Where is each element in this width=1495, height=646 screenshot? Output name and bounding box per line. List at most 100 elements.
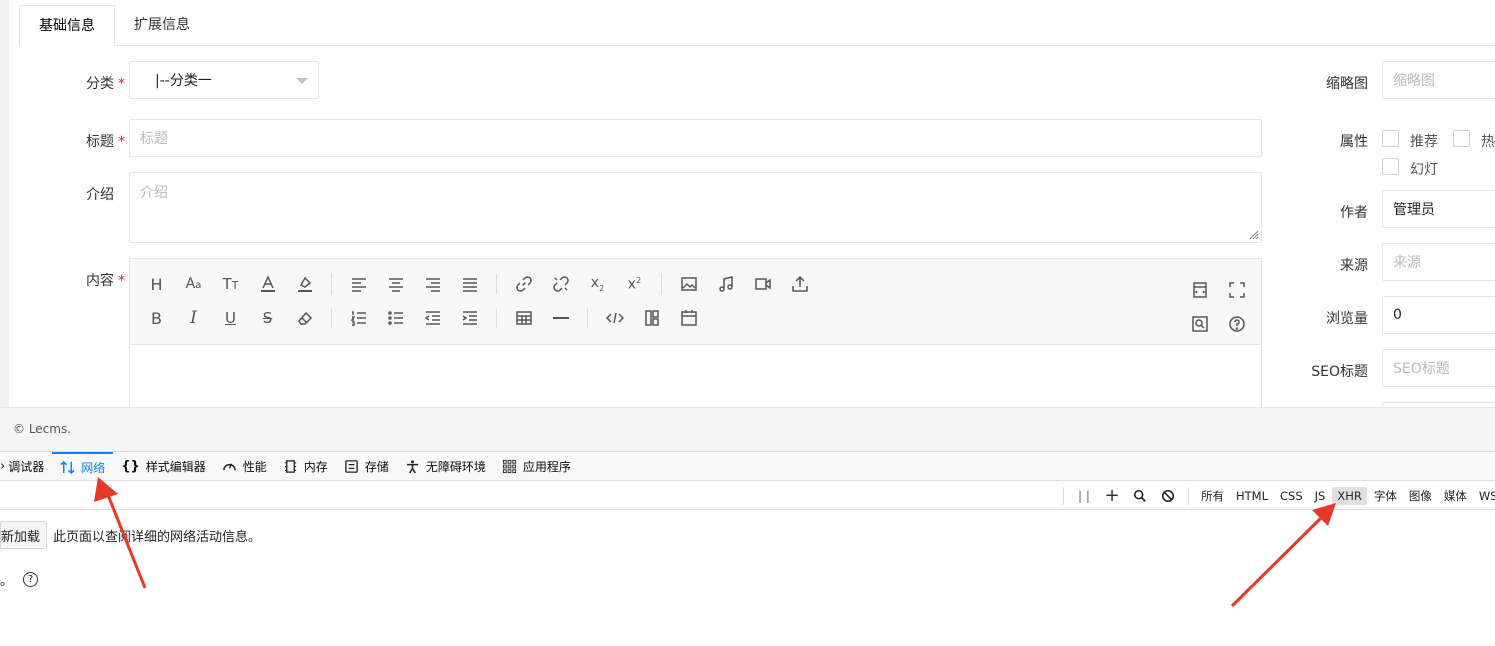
form-tabs: 基础信息 扩展信息 xyxy=(19,5,1495,46)
tab-style-editor[interactable]: {} 样式编辑器 xyxy=(113,452,214,480)
outdent-icon[interactable] xyxy=(414,303,451,333)
font-color-icon[interactable] xyxy=(249,269,286,299)
source-input[interactable]: 来源 xyxy=(1382,243,1495,281)
align-justify-icon[interactable] xyxy=(451,269,488,299)
title-label: 标题 * xyxy=(86,131,125,151)
checkbox-recommend[interactable] xyxy=(1382,130,1399,147)
filter-css[interactable]: CSS xyxy=(1275,487,1308,505)
strikethrough-icon[interactable]: S xyxy=(249,303,286,333)
indent-icon[interactable] xyxy=(451,303,488,333)
filter-fonts[interactable]: 字体 xyxy=(1369,486,1402,506)
text-size-icon[interactable]: TT xyxy=(212,269,249,299)
reload-button[interactable]: 重新加载 xyxy=(0,521,48,549)
align-right-icon[interactable] xyxy=(414,269,451,299)
unordered-list-icon[interactable] xyxy=(377,303,414,333)
layout-icon[interactable] xyxy=(633,303,670,333)
filter-ws[interactable]: WS xyxy=(1474,487,1495,505)
block-icon[interactable] xyxy=(1154,481,1182,510)
checkbox-hot-label: 热 xyxy=(1481,134,1495,150)
search-replace-icon[interactable] xyxy=(1181,309,1218,339)
align-center-icon[interactable] xyxy=(377,269,414,299)
font-size-icon[interactable]: Aa xyxy=(175,269,212,299)
intro-textarea[interactable]: 介绍 xyxy=(129,172,1262,243)
tab-debugger[interactable]: › 调试器 xyxy=(0,452,52,480)
tab-performance-label: 性能 xyxy=(242,459,267,474)
tab-extended-info[interactable]: 扩展信息 xyxy=(115,5,209,46)
editor-toolbar: H Aa TT x2 x2 B I U S xyxy=(130,259,1261,345)
category-label: 分类 * xyxy=(86,73,125,93)
cms-page: 基础信息 扩展信息 分类 * |--分类一 标题 * 标题 介绍 介绍 内容 * H … xyxy=(0,0,1495,407)
calendar-icon[interactable] xyxy=(670,303,707,333)
tab-storage[interactable]: 存储 xyxy=(336,452,397,480)
subscript-icon[interactable]: x2 xyxy=(579,269,616,299)
add-icon[interactable]: + xyxy=(1098,481,1126,510)
tab-storage-label: 存储 xyxy=(364,459,389,474)
pause-icon[interactable]: | | xyxy=(1070,481,1098,510)
superscript-icon[interactable]: x2 xyxy=(616,269,653,299)
filter-html[interactable]: HTML xyxy=(1231,487,1273,505)
horizontal-rule-icon[interactable] xyxy=(542,303,579,333)
category-select-value: |--分类一 xyxy=(155,73,212,89)
link-icon[interactable] xyxy=(505,269,542,299)
hint-text-tail: 。 xyxy=(0,574,14,589)
network-icon xyxy=(60,460,75,475)
category-select[interactable]: |--分类一 xyxy=(129,61,319,99)
filter-js[interactable]: JS xyxy=(1310,487,1331,505)
gauge-icon xyxy=(222,459,237,474)
tab-basic-info[interactable]: 基础信息 xyxy=(19,5,115,46)
code-icon[interactable] xyxy=(596,303,633,333)
checkbox-slideshow[interactable] xyxy=(1382,158,1399,175)
toolbar-row-1: H Aa TT x2 x2 xyxy=(138,267,818,301)
network-toolbar: | | + 所有 HTML CSS JS XHR 字体 图像 媒体 WS xyxy=(0,481,1495,510)
ordered-list-icon[interactable] xyxy=(340,303,377,333)
question-icon[interactable]: ? xyxy=(23,572,39,587)
tab-application[interactable]: 应用程序 xyxy=(494,452,579,480)
seo-title-placeholder: SEO标题 xyxy=(1393,361,1450,377)
page-footer: © Lecms. xyxy=(0,407,1495,451)
tab-memory[interactable]: 内存 xyxy=(275,452,336,480)
table-icon[interactable] xyxy=(505,303,542,333)
filter-images[interactable]: 图像 xyxy=(1404,486,1437,506)
grid-icon xyxy=(502,459,517,474)
views-value: 0 xyxy=(1393,307,1402,323)
intro-label-text: 介绍 xyxy=(86,187,114,203)
image-icon[interactable] xyxy=(670,269,707,299)
content-label: 内容 * xyxy=(86,270,125,290)
filter-media[interactable]: 媒体 xyxy=(1439,486,1472,506)
braces-icon: {} xyxy=(121,458,140,474)
filter-all[interactable]: 所有 xyxy=(1196,486,1229,506)
underline-icon[interactable]: U xyxy=(212,303,249,333)
resize-handle-icon[interactable] xyxy=(1247,228,1259,240)
views-input[interactable]: 0 xyxy=(1382,296,1495,334)
italic-icon[interactable]: I xyxy=(175,303,212,333)
upload-icon[interactable] xyxy=(781,269,818,299)
toolbar-divider xyxy=(587,308,588,328)
reload-message-text: 此页面以查阅详细的网络活动信息。 xyxy=(53,529,262,545)
filter-xhr[interactable]: XHR xyxy=(1332,486,1367,505)
thumbnail-input[interactable]: 缩略图 xyxy=(1382,61,1495,99)
heading-icon[interactable]: H xyxy=(138,269,175,299)
checkbox-hot[interactable] xyxy=(1453,130,1470,147)
bold-icon[interactable]: B xyxy=(138,303,175,333)
eraser-icon[interactable] xyxy=(286,303,323,333)
help-icon[interactable] xyxy=(1218,309,1255,339)
memory-icon xyxy=(283,459,298,474)
music-icon[interactable] xyxy=(707,269,744,299)
search-icon[interactable] xyxy=(1126,481,1154,510)
background-color-icon[interactable] xyxy=(286,269,323,299)
tab-performance[interactable]: 性能 xyxy=(214,452,275,480)
toolbar-divider xyxy=(661,274,662,294)
author-input[interactable]: 管理员 xyxy=(1382,190,1495,228)
tab-debugger-label: 调试器 xyxy=(8,459,45,474)
html-source-icon[interactable] xyxy=(1181,275,1218,305)
seo-title-input[interactable]: SEO标题 xyxy=(1382,349,1495,387)
tab-accessibility[interactable]: 无障碍环境 xyxy=(397,452,494,480)
fullscreen-icon[interactable] xyxy=(1218,275,1255,305)
align-left-icon[interactable] xyxy=(340,269,377,299)
unlink-icon[interactable] xyxy=(542,269,579,299)
video-icon[interactable] xyxy=(744,269,781,299)
title-input[interactable]: 标题 xyxy=(129,119,1262,157)
tab-style-editor-label: 样式编辑器 xyxy=(145,459,206,474)
tab-network[interactable]: 网络 xyxy=(52,452,114,480)
checkbox-slideshow-label: 幻灯 xyxy=(1410,162,1438,178)
